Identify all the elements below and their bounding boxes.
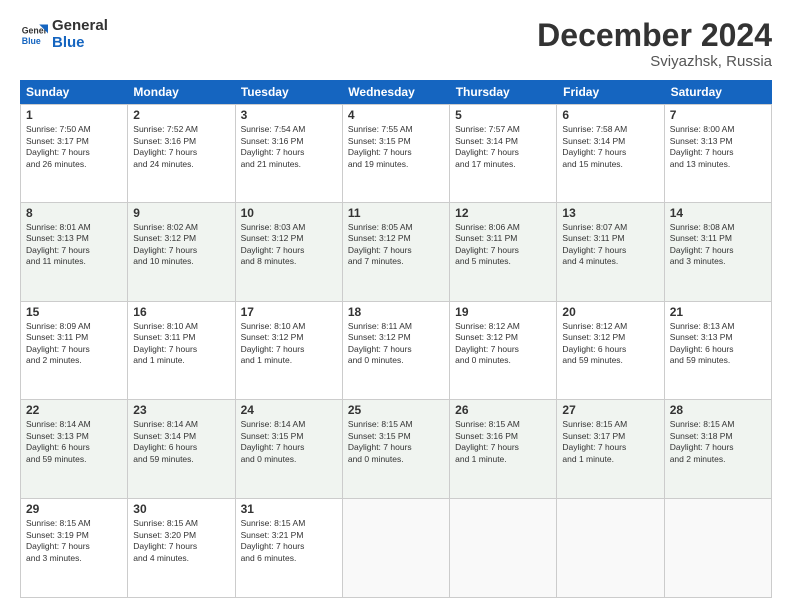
day-empty-2 (450, 499, 557, 598)
day-empty-4 (665, 499, 772, 598)
header-tuesday: Tuesday (235, 80, 342, 104)
day-22: 22 Sunrise: 8:14 AMSunset: 3:13 PMDaylig… (21, 400, 128, 499)
day-2: 2 Sunrise: 7:52 AMSunset: 3:16 PMDayligh… (128, 104, 235, 203)
day-empty-3 (557, 499, 664, 598)
day-26: 26 Sunrise: 8:15 AMSunset: 3:16 PMDaylig… (450, 400, 557, 499)
header-saturday: Saturday (665, 80, 772, 104)
day-30: 30 Sunrise: 8:15 AMSunset: 3:20 PMDaylig… (128, 499, 235, 598)
logo-blue: Blue (52, 35, 108, 52)
calendar-header: Sunday Monday Tuesday Wednesday Thursday… (20, 80, 772, 104)
day-7: 7 Sunrise: 8:00 AMSunset: 3:13 PMDayligh… (665, 104, 772, 203)
day-1: 1 Sunrise: 7:50 AMSunset: 3:17 PMDayligh… (21, 104, 128, 203)
calendar: Sunday Monday Tuesday Wednesday Thursday… (20, 80, 772, 598)
day-28: 28 Sunrise: 8:15 AMSunset: 3:18 PMDaylig… (665, 400, 772, 499)
page: General Blue General Blue December 2024 … (0, 0, 792, 612)
day-23: 23 Sunrise: 8:14 AMSunset: 3:14 PMDaylig… (128, 400, 235, 499)
day-18: 18 Sunrise: 8:11 AMSunset: 3:12 PMDaylig… (343, 302, 450, 401)
title-block: December 2024 Sviyazhsk, Russia (537, 18, 772, 70)
day-25: 25 Sunrise: 8:15 AMSunset: 3:15 PMDaylig… (343, 400, 450, 499)
day-5: 5 Sunrise: 7:57 AMSunset: 3:14 PMDayligh… (450, 104, 557, 203)
day-10: 10 Sunrise: 8:03 AMSunset: 3:12 PMDaylig… (236, 203, 343, 302)
day-11: 11 Sunrise: 8:05 AMSunset: 3:12 PMDaylig… (343, 203, 450, 302)
week-row-3: 15 Sunrise: 8:09 AMSunset: 3:11 PMDaylig… (20, 302, 772, 401)
week-row-5: 29 Sunrise: 8:15 AMSunset: 3:19 PMDaylig… (20, 499, 772, 598)
day-12: 12 Sunrise: 8:06 AMSunset: 3:11 PMDaylig… (450, 203, 557, 302)
day-21: 21 Sunrise: 8:13 AMSunset: 3:13 PMDaylig… (665, 302, 772, 401)
week-row-4: 22 Sunrise: 8:14 AMSunset: 3:13 PMDaylig… (20, 400, 772, 499)
week-row-1: 1 Sunrise: 7:50 AMSunset: 3:17 PMDayligh… (20, 104, 772, 203)
header: General Blue General Blue December 2024 … (20, 18, 772, 70)
day-4: 4 Sunrise: 7:55 AMSunset: 3:15 PMDayligh… (343, 104, 450, 203)
header-thursday: Thursday (450, 80, 557, 104)
day-9: 9 Sunrise: 8:02 AMSunset: 3:12 PMDayligh… (128, 203, 235, 302)
day-13: 13 Sunrise: 8:07 AMSunset: 3:11 PMDaylig… (557, 203, 664, 302)
logo: General Blue General Blue (20, 18, 108, 51)
logo-icon: General Blue (20, 21, 48, 49)
day-17: 17 Sunrise: 8:10 AMSunset: 3:12 PMDaylig… (236, 302, 343, 401)
header-friday: Friday (557, 80, 664, 104)
svg-text:Blue: Blue (22, 35, 41, 45)
month-title: December 2024 (537, 18, 772, 53)
logo-general: General (52, 18, 108, 35)
day-27: 27 Sunrise: 8:15 AMSunset: 3:17 PMDaylig… (557, 400, 664, 499)
day-empty-1 (343, 499, 450, 598)
day-6: 6 Sunrise: 7:58 AMSunset: 3:14 PMDayligh… (557, 104, 664, 203)
calendar-body: 1 Sunrise: 7:50 AMSunset: 3:17 PMDayligh… (20, 104, 772, 598)
day-8: 8 Sunrise: 8:01 AMSunset: 3:13 PMDayligh… (21, 203, 128, 302)
day-16: 16 Sunrise: 8:10 AMSunset: 3:11 PMDaylig… (128, 302, 235, 401)
header-wednesday: Wednesday (342, 80, 449, 104)
day-29: 29 Sunrise: 8:15 AMSunset: 3:19 PMDaylig… (21, 499, 128, 598)
week-row-2: 8 Sunrise: 8:01 AMSunset: 3:13 PMDayligh… (20, 203, 772, 302)
day-14: 14 Sunrise: 8:08 AMSunset: 3:11 PMDaylig… (665, 203, 772, 302)
location-subtitle: Sviyazhsk, Russia (537, 53, 772, 70)
day-19: 19 Sunrise: 8:12 AMSunset: 3:12 PMDaylig… (450, 302, 557, 401)
day-31: 31 Sunrise: 8:15 AMSunset: 3:21 PMDaylig… (236, 499, 343, 598)
day-3: 3 Sunrise: 7:54 AMSunset: 3:16 PMDayligh… (236, 104, 343, 203)
header-monday: Monday (127, 80, 234, 104)
day-20: 20 Sunrise: 8:12 AMSunset: 3:12 PMDaylig… (557, 302, 664, 401)
day-24: 24 Sunrise: 8:14 AMSunset: 3:15 PMDaylig… (236, 400, 343, 499)
day-15: 15 Sunrise: 8:09 AMSunset: 3:11 PMDaylig… (21, 302, 128, 401)
header-sunday: Sunday (20, 80, 127, 104)
